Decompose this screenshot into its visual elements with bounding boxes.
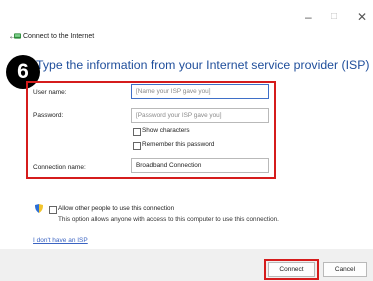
show-characters-checkbox[interactable] [133,128,141,136]
page-heading: Type the information from your Internet … [36,58,370,72]
allow-others-checkbox[interactable] [49,206,57,214]
close-button[interactable]: ✕ [357,10,367,24]
shield-icon [35,204,43,213]
username-field[interactable]: [Name your ISP gave you] [131,84,269,99]
username-label: User name: [33,89,67,96]
connection-name-field[interactable]: Broadband Connection [131,158,269,173]
wizard-title: Connect to the Internet [23,33,95,40]
password-label: Password: [33,112,64,119]
remember-password-label: Remember this password [142,141,215,148]
maximize-button[interactable]: □ [331,11,337,22]
connection-name-label: Connection name: [33,164,86,171]
allow-others-label: Allow other people to use this connectio… [58,205,175,212]
remember-password-checkbox[interactable] [133,142,141,150]
network-icon [14,33,21,39]
connect-button[interactable]: Connect [268,262,315,277]
cancel-button[interactable]: Cancel [323,262,367,277]
show-characters-label: Show characters [142,127,190,134]
allow-others-description: This option allows anyone with access to… [58,216,279,223]
minimize-button[interactable]: – [305,10,312,24]
no-isp-link[interactable]: I don't have an ISP [33,237,88,244]
password-field[interactable]: [Password your ISP gave you] [131,108,269,123]
